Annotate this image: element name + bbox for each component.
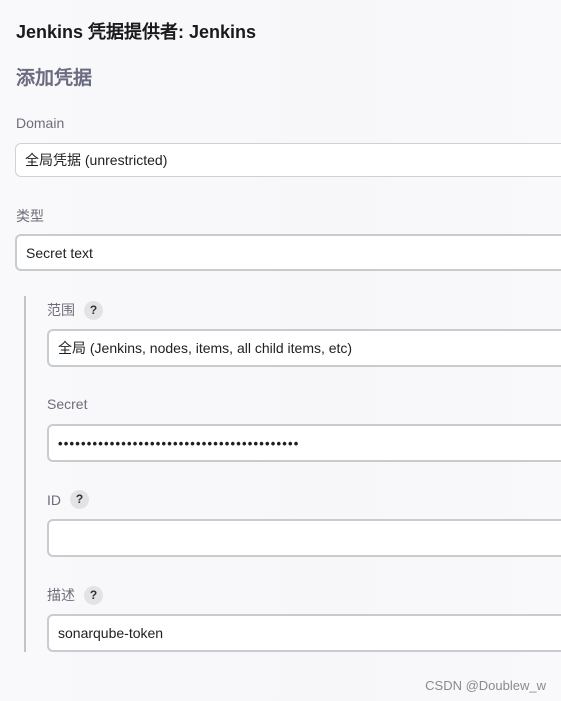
description-input-value: sonarqube-token xyxy=(58,625,164,641)
description-help-icon[interactable]: ? xyxy=(84,585,103,605)
scope-select[interactable]: 全局 (Jenkins, nodes, items, all child ite… xyxy=(47,329,561,367)
id-help-icon[interactable]: ? xyxy=(70,490,89,509)
domain-label: Domain xyxy=(16,115,64,131)
secret-label-text: Secret xyxy=(47,396,88,412)
watermark: CSDN @Doublew_w xyxy=(425,678,546,693)
scope-select-value: 全局 (Jenkins, nodes, items, all child ite… xyxy=(58,340,353,356)
domain-select[interactable]: 全局凭据 (unrestricted) xyxy=(15,143,561,177)
description-label-text: 描述 xyxy=(47,587,75,603)
description-label: 描述 ? xyxy=(47,585,103,605)
section-title: 添加凭据 xyxy=(16,68,93,89)
domain-label-text: Domain xyxy=(16,115,65,131)
kind-label: 类型 xyxy=(16,206,44,226)
domain-select-value: 全局凭据 (unrestricted) xyxy=(25,152,168,168)
credentials-page: Jenkins 凭据提供者: Jenkins 添加凭据 Domain 全局凭据 … xyxy=(0,0,561,701)
id-input[interactable] xyxy=(47,519,561,557)
kind-select-value: Secret text xyxy=(26,244,93,261)
id-label: ID ? xyxy=(47,490,89,509)
secret-label: Secret xyxy=(47,396,87,412)
id-label-text: ID xyxy=(47,491,61,508)
description-input[interactable]: sonarqube-token xyxy=(47,614,561,652)
secret-input-value: ••••••••••••••••••••••••••••••••••••••••… xyxy=(58,435,300,451)
secret-input[interactable]: ••••••••••••••••••••••••••••••••••••••••… xyxy=(47,424,561,462)
page-title: Jenkins 凭据提供者: Jenkins xyxy=(16,22,257,42)
scope-label: 范围 ? xyxy=(47,300,103,320)
kind-label-text: 类型 xyxy=(16,208,44,224)
scope-label-text: 范围 xyxy=(47,302,75,318)
scope-help-icon[interactable]: ? xyxy=(84,300,103,320)
kind-select[interactable]: Secret text xyxy=(15,234,561,271)
nested-section-bar xyxy=(24,296,26,652)
